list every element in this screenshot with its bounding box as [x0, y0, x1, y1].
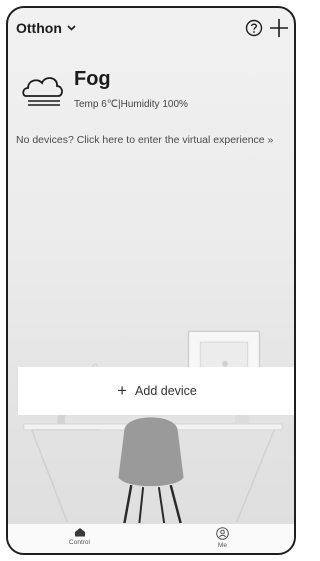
user-icon	[216, 527, 229, 540]
nav-item-me[interactable]: Me	[151, 524, 294, 553]
top-bar: Otthon	[8, 8, 294, 48]
chevron-down-icon	[67, 25, 76, 31]
bottom-navigation: Control Me	[8, 523, 294, 553]
nav-label-control: Control	[69, 539, 90, 546]
help-icon[interactable]	[244, 18, 264, 38]
home-name: Otthon	[16, 20, 62, 36]
temperature-value: Temp 6℃	[74, 99, 119, 110]
add-device-label: Add device	[135, 384, 197, 398]
plus-icon: +	[117, 381, 128, 400]
fog-cloud-icon	[22, 77, 63, 106]
add-device-button[interactable]: + Add device	[18, 367, 294, 415]
humidity-value: Humidity 100%	[120, 99, 188, 110]
weather-condition: Fog	[74, 68, 111, 90]
nav-label-me: Me	[217, 542, 228, 549]
phone-screen: Otthon Fog Temp 6℃|Humidity 100% No devi…	[6, 6, 296, 555]
weather-details: Temp 6℃|Humidity 100%	[74, 99, 188, 110]
nav-item-control[interactable]: Control	[8, 524, 151, 553]
home-icon	[74, 528, 85, 537]
home-selector[interactable]: Otthon	[16, 20, 76, 36]
plus-icon[interactable]	[268, 17, 290, 39]
room-illustration	[23, 330, 283, 535]
virtual-experience-link[interactable]: No devices? Click here to enter the virt…	[16, 134, 273, 146]
